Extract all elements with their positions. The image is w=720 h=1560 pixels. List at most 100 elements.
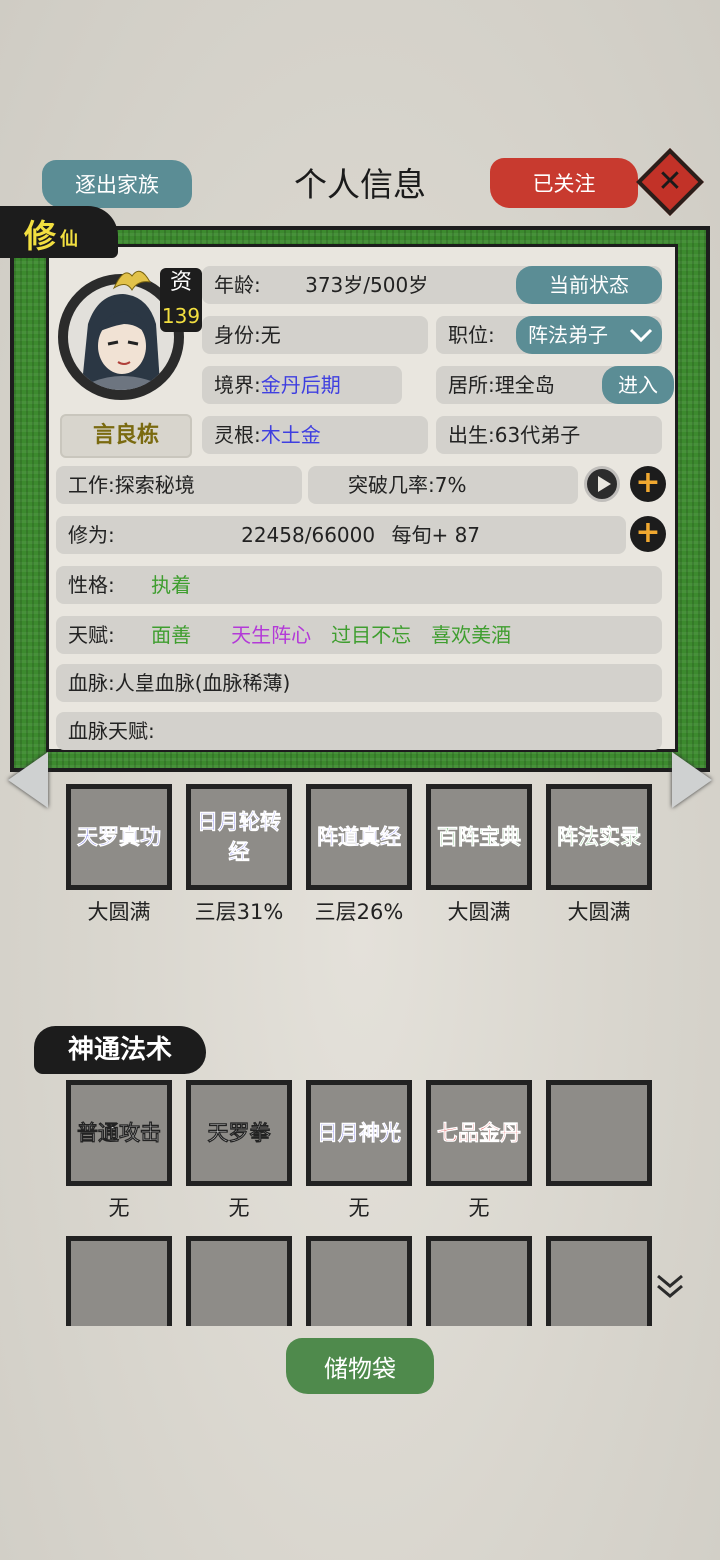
- next-arrow-icon[interactable]: [672, 752, 712, 808]
- technique-level: 三层31%: [194, 900, 284, 924]
- expand-more-icon[interactable]: [652, 1268, 688, 1304]
- empty-spell-slot[interactable]: [426, 1236, 532, 1326]
- play-icon[interactable]: [584, 466, 620, 502]
- spirit-root-value: 木土金: [260, 423, 321, 447]
- followed-button[interactable]: 已关注: [490, 158, 638, 208]
- age-value: 373岁/500岁: [305, 273, 429, 297]
- breakthrough-row: 突破几率:7%: [308, 466, 578, 504]
- technique-slot[interactable]: 阵法实录: [546, 784, 652, 890]
- current-status-button[interactable]: 当前状态: [516, 266, 662, 304]
- residence-value: 理全岛: [494, 373, 555, 397]
- position-value: 阵法弟子: [528, 323, 608, 347]
- spell-slot[interactable]: 天罗拳: [186, 1080, 292, 1186]
- technique-slot[interactable]: 百阵宝典: [426, 784, 532, 890]
- plus-icon[interactable]: +: [630, 466, 666, 502]
- bloodline-label: 血脉:: [68, 671, 115, 695]
- expel-from-clan-button[interactable]: 逐出家族: [42, 160, 192, 208]
- position-dropdown[interactable]: 阵法弟子: [516, 316, 662, 354]
- hair-ornament-icon: [112, 270, 151, 291]
- birth-row: 出生:63代弟子: [436, 416, 662, 454]
- character-name: 言良栋: [60, 414, 192, 458]
- storage-bag-button[interactable]: 储物袋: [286, 1338, 434, 1394]
- tab-small-glyph: 仙: [60, 229, 79, 250]
- empty-spell-slot[interactable]: [546, 1236, 652, 1326]
- empty-spell-slot[interactable]: [66, 1236, 172, 1326]
- cultivation-tab: 修 仙: [0, 206, 118, 258]
- realm-row: 境界:金丹后期: [202, 366, 402, 404]
- identity-value: 无: [260, 323, 281, 347]
- work-label: 工作:: [68, 473, 115, 497]
- talent-label: 天赋:: [68, 623, 115, 647]
- work-row: 工作:探索秘境: [56, 466, 302, 504]
- technique-level: 大圆满: [447, 900, 511, 924]
- enter-residence-button[interactable]: 进入: [602, 366, 674, 404]
- personality-value: 执着: [151, 573, 192, 597]
- cultivation-row: 修为: 22458/66000 每旬+ 87: [56, 516, 626, 554]
- aptitude-label: 资: [169, 270, 192, 295]
- technique-level: 大圆满: [87, 900, 151, 924]
- technique-name: 日月轮转经: [197, 810, 282, 865]
- technique-slot[interactable]: 天罗真功: [66, 784, 172, 890]
- technique-name: 百阵宝典: [437, 825, 522, 850]
- talent-row: 天赋: 面善 天生阵心 过目不忘 喜欢美酒: [56, 616, 662, 654]
- chevron-down-icon: [629, 328, 653, 343]
- spell-level: 无: [108, 1196, 130, 1220]
- personality-row: 性格: 执着: [56, 566, 662, 604]
- personality-label: 性格:: [68, 573, 115, 597]
- spell-slot[interactable]: 普通攻击: [66, 1080, 172, 1186]
- residence-label: 居所:: [448, 373, 495, 397]
- aptitude-value: 139: [161, 304, 201, 328]
- bloodline-value: 人皇血脉(血脉稀薄): [114, 671, 291, 695]
- spell-name: 日月神光: [317, 1121, 402, 1146]
- tab-big-glyph: 修: [24, 217, 57, 255]
- bloodline-row: 血脉:人皇血脉(血脉稀薄): [56, 664, 662, 702]
- breakthrough-label: 突破几率:: [348, 473, 435, 497]
- birth-value: 63代弟子: [494, 423, 581, 447]
- breakthrough-value: 7%: [434, 473, 467, 497]
- bloodline-talent-label: 血脉天赋:: [68, 719, 155, 743]
- age-label: 年龄:: [214, 273, 261, 297]
- empty-spell-slot[interactable]: [186, 1236, 292, 1326]
- spell-slot[interactable]: 日月神光: [306, 1080, 412, 1186]
- talent-item: 面善: [151, 623, 192, 647]
- spell-slot[interactable]: 七品金丹: [426, 1080, 532, 1186]
- identity-row: 身份:无: [202, 316, 428, 354]
- technique-name: 阵道真经: [317, 825, 402, 850]
- technique-name: 阵法实录: [557, 825, 642, 850]
- talent-list: 面善 天生阵心 过目不忘 喜欢美酒: [121, 623, 511, 647]
- technique-level: 三层26%: [314, 900, 404, 924]
- talent-item: 天生阵心: [231, 623, 312, 647]
- spell-name: 普通攻击: [77, 1121, 162, 1146]
- talent-item: 过目不忘: [331, 623, 412, 647]
- talent-item: 喜欢美酒: [431, 623, 512, 647]
- character-portrait-icon: [82, 294, 160, 390]
- spell-name: 天罗拳: [207, 1121, 271, 1146]
- technique-name: 天罗真功: [77, 825, 162, 850]
- spell-level: 无: [348, 1196, 370, 1220]
- previous-arrow-icon[interactable]: [8, 752, 48, 808]
- spirit-root-row: 灵根:木土金: [202, 416, 428, 454]
- spell-level: 无: [228, 1196, 250, 1220]
- cultivation-value: 22458/66000: [241, 523, 376, 547]
- birth-label: 出生:: [448, 423, 495, 447]
- close-icon: ✕: [657, 164, 683, 199]
- spells-section-title: 神通法术: [34, 1026, 206, 1074]
- realm-value: 金丹后期: [260, 373, 341, 397]
- empty-spell-slot[interactable]: [306, 1236, 412, 1326]
- realm-label: 境界:: [214, 373, 261, 397]
- spirit-root-label: 灵根:: [214, 423, 261, 447]
- position-label: 职位:: [448, 323, 495, 347]
- technique-level: 大圆满: [567, 900, 631, 924]
- spell-name: 七品金丹: [437, 1121, 522, 1146]
- page-title: 个人信息: [294, 165, 426, 204]
- bloodline-talent-row: 血脉天赋:: [56, 712, 662, 750]
- technique-slot[interactable]: 阵道真经: [306, 784, 412, 890]
- spell-level: 无: [468, 1196, 490, 1220]
- plus-icon[interactable]: +: [630, 516, 666, 552]
- close-button[interactable]: ✕: [636, 148, 704, 216]
- cultivation-label: 修为:: [68, 523, 115, 547]
- identity-label: 身份:: [214, 323, 261, 347]
- spell-slot[interactable]: [546, 1080, 652, 1186]
- technique-slot[interactable]: 日月轮转经: [186, 784, 292, 890]
- cultivation-rate: 每旬+ 87: [391, 523, 481, 547]
